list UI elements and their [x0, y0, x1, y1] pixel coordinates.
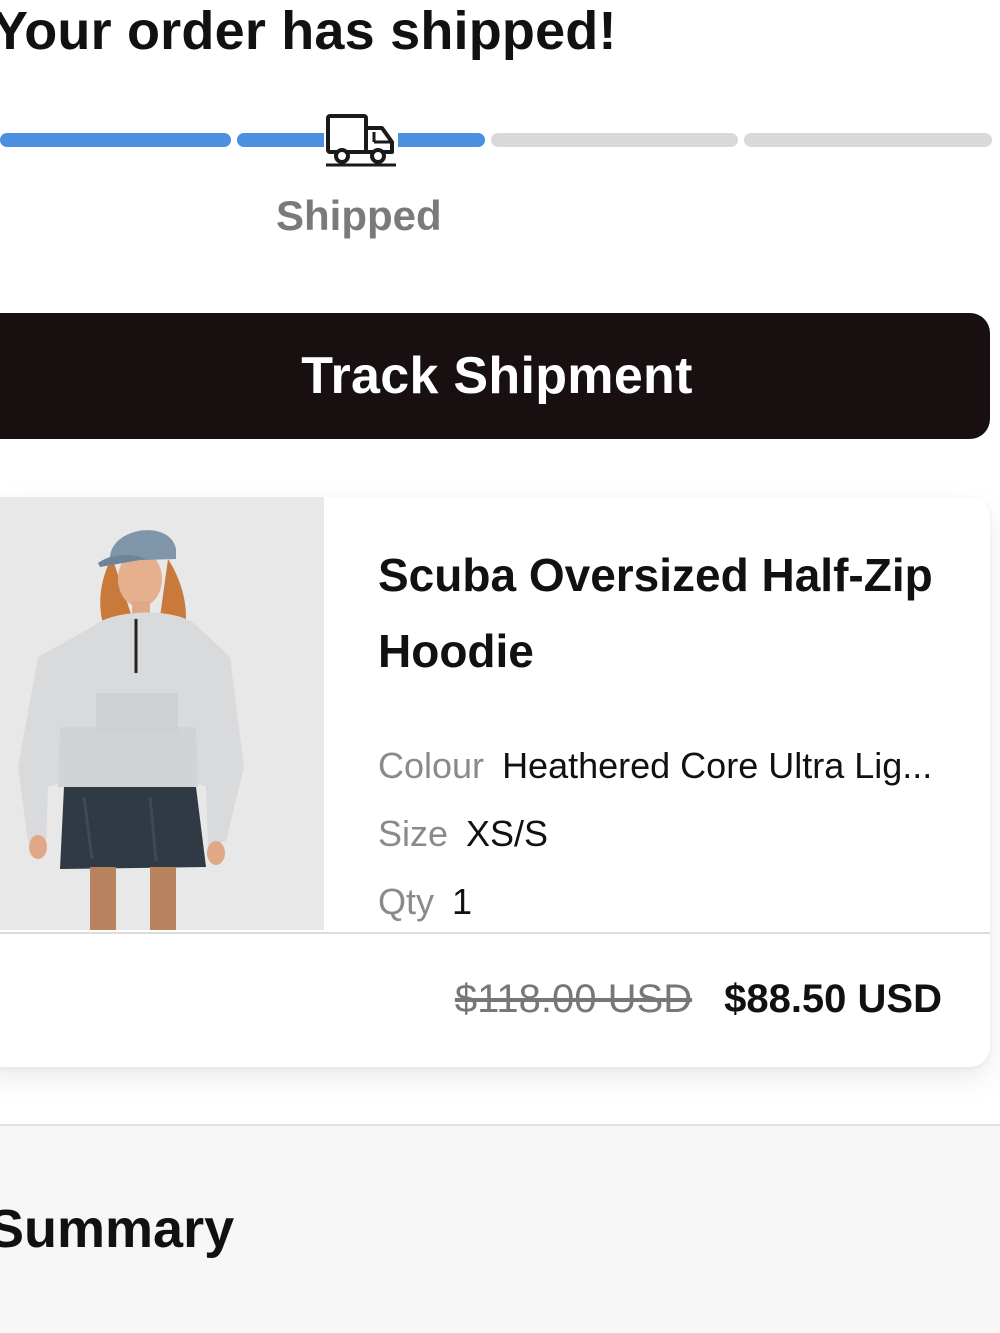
track-shipment-label: Track Shipment [301, 347, 693, 405]
original-price: $118.00 USD [454, 977, 693, 1021]
progress-segment-4 [744, 133, 992, 147]
price-row: $118.00 USD $88.50 USD [455, 977, 942, 1022]
qty-label: Qty [378, 881, 435, 922]
qty-row: Qty 1 [378, 881, 472, 923]
qty-value: 1 [452, 881, 473, 922]
truck-icon [324, 110, 398, 170]
card-divider [0, 932, 990, 934]
page-title: Your order has shipped! [0, 1, 617, 61]
summary-title: Summary [0, 1199, 235, 1259]
colour-row: Colour Heathered Core Ultra Lig... [378, 745, 932, 787]
colour-value: Heathered Core Ultra Lig... [502, 745, 933, 786]
size-label: Size [378, 813, 449, 854]
progress-stage-label: Shipped [276, 192, 442, 239]
progress-segment-3 [491, 133, 738, 147]
size-value: XS/S [466, 813, 549, 854]
shipment-progress-bar [0, 133, 992, 147]
product-image[interactable] [0, 497, 324, 930]
order-item-card[interactable]: Scuba Oversized Half-Zip Hoodie Colour He… [0, 497, 990, 1067]
track-shipment-button[interactable]: Track Shipment [0, 313, 990, 439]
colour-label: Colour [378, 745, 485, 786]
product-name[interactable]: Scuba Oversized Half-Zip Hoodie [378, 537, 938, 689]
progress-segment-1 [0, 133, 231, 147]
size-row: Size XS/S [378, 813, 548, 855]
order-status-page: Your order has shipped! Shipped Track Sh… [0, 0, 1000, 1333]
sale-price: $88.50 USD [724, 977, 942, 1021]
